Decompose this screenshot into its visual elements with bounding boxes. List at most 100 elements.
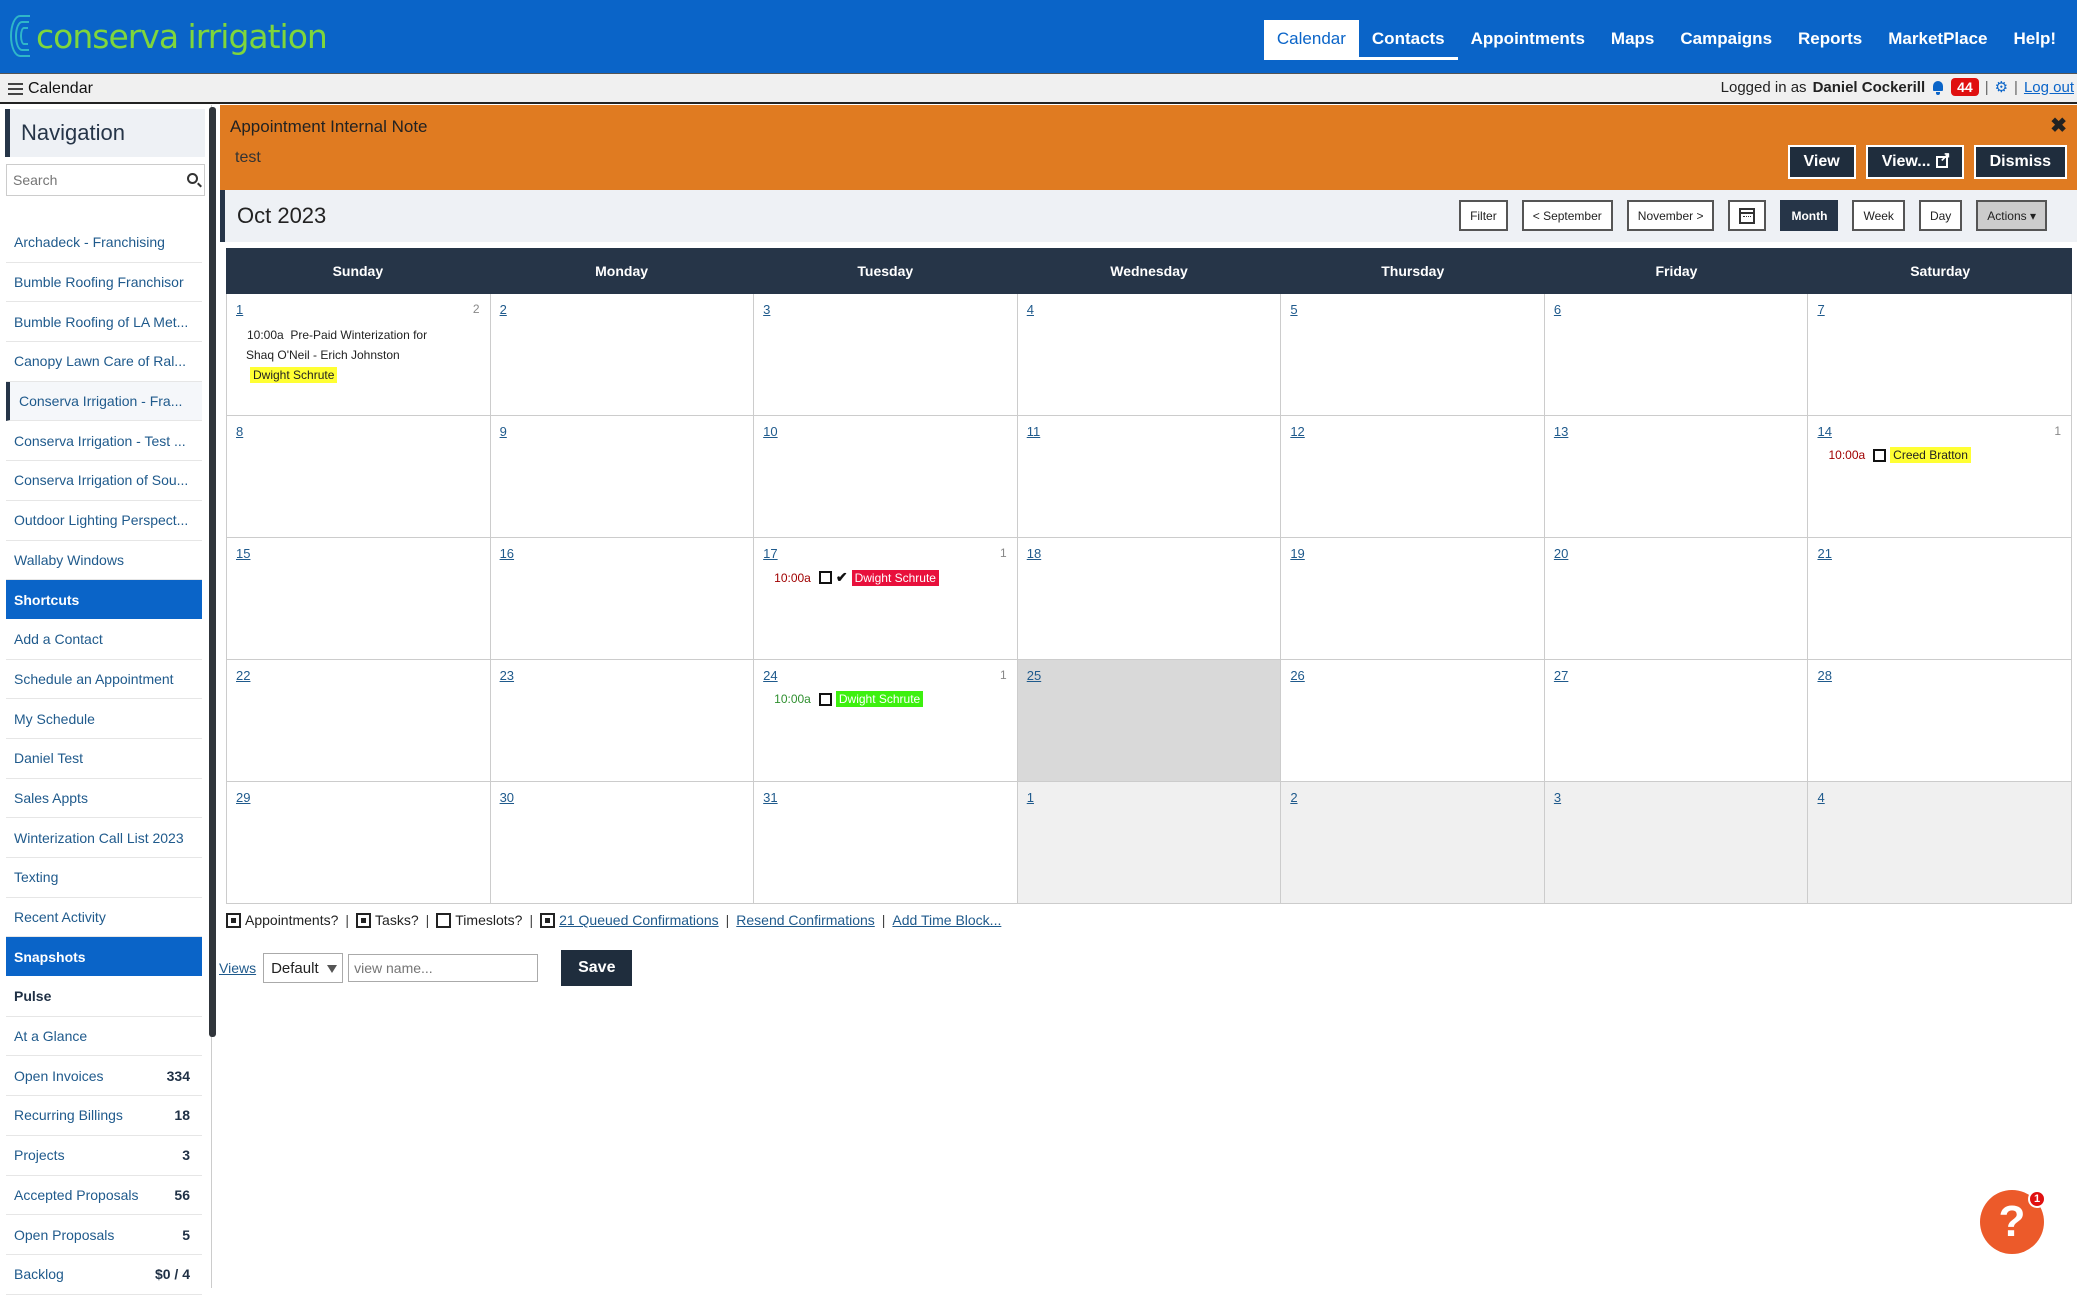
date-link[interactable]: 3 xyxy=(763,302,770,317)
date-link[interactable]: 23 xyxy=(500,668,514,683)
date-link[interactable]: 5 xyxy=(1290,302,1297,317)
brand-logo[interactable]: conserva irrigation xyxy=(10,12,328,60)
date-link[interactable]: 21 xyxy=(1817,546,1831,561)
day-cell[interactable]: 22 xyxy=(226,660,491,782)
views-select[interactable]: Default xyxy=(263,953,344,983)
day-cell[interactable]: 28 xyxy=(1808,660,2073,782)
sidebar-item-conserva-franchising[interactable]: Conserva Irrigation - Fra... xyxy=(6,381,202,422)
day-cell-next-month[interactable]: 2 xyxy=(1281,782,1545,904)
date-link[interactable]: 17 xyxy=(763,546,777,561)
view-name-input[interactable] xyxy=(348,954,539,982)
date-link[interactable]: 22 xyxy=(236,668,250,683)
date-link[interactable]: 10 xyxy=(763,424,777,439)
sidebar-section-shortcuts[interactable]: Shortcuts xyxy=(6,580,202,620)
day-cell[interactable]: 30 xyxy=(490,782,755,904)
date-link[interactable]: 20 xyxy=(1554,546,1568,561)
sidebar-item-at-a-glance[interactable]: At a Glance xyxy=(6,1017,202,1057)
day-cell[interactable]: 8 xyxy=(226,416,491,538)
views-link[interactable]: Views xyxy=(219,960,256,976)
day-cell[interactable]: 23 xyxy=(490,660,755,782)
day-cell[interactable]: 5 xyxy=(1281,294,1545,416)
day-cell[interactable]: 18 xyxy=(1017,538,1282,660)
date-link[interactable]: 11 xyxy=(1027,424,1041,439)
sidebar-search-input[interactable] xyxy=(7,165,177,195)
hamburger-menu-icon[interactable] xyxy=(8,83,23,95)
day-cell[interactable]: 14 1 10:00a Creed Bratton xyxy=(1808,416,2073,538)
day-cell-next-month[interactable]: 3 xyxy=(1544,782,1809,904)
sidebar-item-schedule-appointment[interactable]: Schedule an Appointment xyxy=(6,660,202,700)
notification-badge[interactable]: 44 xyxy=(1951,78,1979,96)
day-cell[interactable]: 26 xyxy=(1281,660,1545,782)
sidebar-item-outdoor-lighting[interactable]: Outdoor Lighting Perspect... xyxy=(6,501,202,541)
sidebar-item-archadeck[interactable]: Archadeck - Franchising xyxy=(6,223,202,263)
sidebar-item-sales-appts[interactable]: Sales Appts xyxy=(6,779,202,819)
filter-button[interactable]: Filter xyxy=(1459,200,1508,231)
nav-campaigns[interactable]: Campaigns xyxy=(1667,20,1785,60)
date-link[interactable]: 13 xyxy=(1554,424,1568,439)
day-cell-today[interactable]: 25 xyxy=(1017,660,1282,782)
nav-marketplace[interactable]: MarketPlace xyxy=(1875,20,2000,60)
date-link[interactable]: 25 xyxy=(1027,668,1041,683)
sidebar-item-canopy[interactable]: Canopy Lawn Care of Ral... xyxy=(6,342,202,382)
nav-help[interactable]: Help! xyxy=(2001,20,2070,60)
day-cell[interactable]: 6 xyxy=(1544,294,1809,416)
date-link[interactable]: 26 xyxy=(1290,668,1304,683)
nav-calendar[interactable]: Calendar xyxy=(1263,20,1359,60)
date-link[interactable]: 29 xyxy=(236,790,250,805)
day-view-button[interactable]: Day xyxy=(1918,200,1963,231)
day-cell[interactable]: 31 xyxy=(754,782,1018,904)
sidebar-item-bumble-franchisor[interactable]: Bumble Roofing Franchisor xyxy=(6,263,202,303)
next-month-button[interactable]: November > xyxy=(1626,200,1715,231)
date-link[interactable]: 9 xyxy=(500,424,507,439)
queued-checkbox[interactable] xyxy=(540,912,556,928)
nav-maps[interactable]: Maps xyxy=(1598,20,1667,60)
day-cell-next-month[interactable]: 1 xyxy=(1017,782,1282,904)
gear-icon[interactable]: ⚙ xyxy=(1995,78,2008,96)
date-link[interactable]: 19 xyxy=(1290,546,1304,561)
day-cell[interactable]: 16 xyxy=(490,538,755,660)
day-cell[interactable]: 20 xyxy=(1544,538,1809,660)
date-link[interactable]: 3 xyxy=(1554,790,1561,805)
sidebar-item-accepted-proposals[interactable]: Accepted Proposals 56 xyxy=(6,1176,202,1216)
sidebar-item-wallaby[interactable]: Wallaby Windows xyxy=(6,541,202,581)
sidebar-item-recent-activity[interactable]: Recent Activity xyxy=(6,898,202,938)
date-link[interactable]: 12 xyxy=(1290,424,1304,439)
close-icon[interactable]: ✖ xyxy=(2050,113,2067,138)
complete-checkbox[interactable] xyxy=(1873,448,1887,462)
day-cell[interactable]: 27 xyxy=(1544,660,1809,782)
date-link[interactable]: 16 xyxy=(500,546,514,561)
save-view-button[interactable]: Save xyxy=(561,950,633,986)
date-link[interactable]: 24 xyxy=(763,668,777,683)
day-cell[interactable]: 19 xyxy=(1281,538,1545,660)
sidebar-item-conserva-test[interactable]: Conserva Irrigation - Test ... xyxy=(6,421,202,462)
sidebar-item-my-schedule[interactable]: My Schedule xyxy=(6,699,202,739)
day-cell[interactable]: 10 xyxy=(754,416,1018,538)
day-cell[interactable]: 13 xyxy=(1544,416,1809,538)
date-link[interactable]: 18 xyxy=(1027,546,1041,561)
date-link[interactable]: 4 xyxy=(1817,790,1824,805)
tasks-checkbox[interactable] xyxy=(356,912,372,928)
view-new-window-button[interactable]: View... xyxy=(1865,145,1964,179)
day-cell[interactable]: 24 1 10:00a Dwight Schrute xyxy=(754,660,1018,782)
week-view-button[interactable]: Week xyxy=(1852,200,1905,231)
date-link[interactable]: 2 xyxy=(500,302,507,317)
timeslots-checkbox[interactable] xyxy=(436,912,452,928)
nav-reports[interactable]: Reports xyxy=(1785,20,1875,60)
date-link[interactable]: 28 xyxy=(1817,668,1831,683)
prev-month-button[interactable]: < September xyxy=(1521,200,1613,231)
sidebar-scrollbar[interactable] xyxy=(209,107,216,1037)
sidebar-item-texting[interactable]: Texting xyxy=(6,858,202,898)
logout-link[interactable]: Log out xyxy=(2024,79,2074,96)
sidebar-item-add-contact[interactable]: Add a Contact xyxy=(6,620,202,660)
sidebar-item-bumble-la[interactable]: Bumble Roofing of LA Met... xyxy=(6,302,202,343)
day-cell[interactable]: 3 xyxy=(754,294,1018,416)
sidebar-item-projects[interactable]: Projects 3 xyxy=(6,1136,202,1176)
month-view-button[interactable]: Month xyxy=(1780,200,1839,231)
actions-dropdown[interactable]: Actions ▾ xyxy=(1976,200,2047,231)
sidebar-item-winterization[interactable]: Winterization Call List 2023 xyxy=(6,818,202,858)
sidebar-item-open-invoices[interactable]: Open Invoices 334 xyxy=(6,1056,202,1097)
dismiss-button[interactable]: Dismiss xyxy=(1973,145,2067,179)
date-link[interactable]: 2 xyxy=(1290,790,1297,805)
event-oct24[interactable]: 10:00a Dwight Schrute xyxy=(774,691,924,707)
add-time-block-link[interactable]: Add Time Block... xyxy=(892,912,1001,928)
